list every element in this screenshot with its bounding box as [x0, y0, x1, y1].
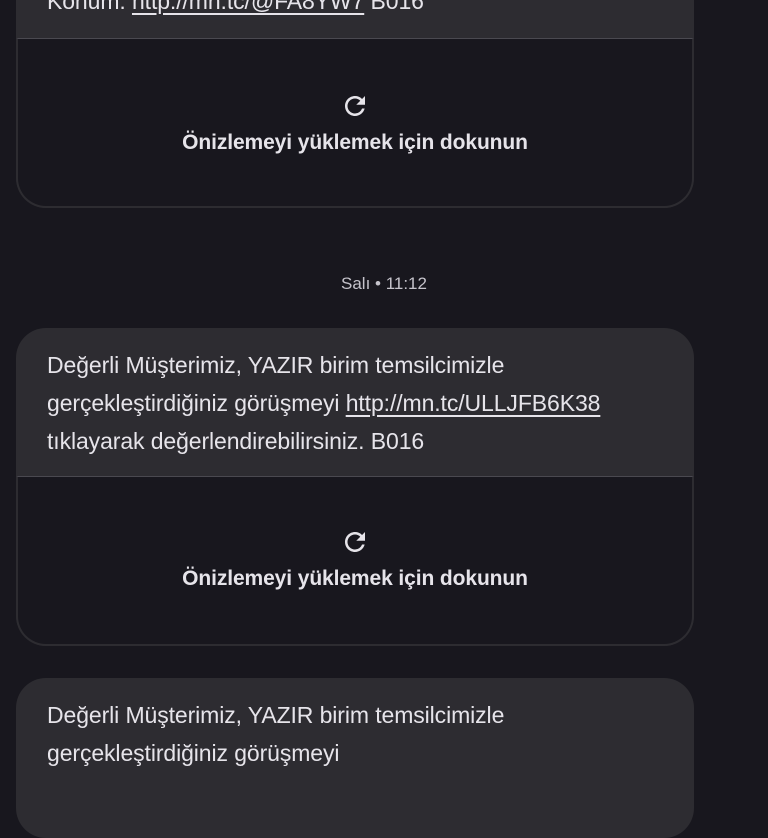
preview-label: Önizlemeyi yüklemek için dokunun: [182, 567, 528, 590]
message-link[interactable]: http://mn.tc/@FA8YW7: [132, 0, 364, 14]
message-text: Değerli Müşterimiz, YAZIR birim temsilci…: [16, 328, 694, 460]
message-line: gerçekleştirdiğiniz görüşmeyi: [47, 740, 340, 766]
message-line: gerçekleştirdiğiniz görüşmeyi http://mn.…: [47, 384, 664, 422]
message-text-suffix: B016: [364, 0, 424, 14]
link-preview[interactable]: Önizlemeyi yüklemek için dokunun: [16, 38, 694, 208]
preview-label: Önizlemeyi yüklemek için dokunun: [182, 131, 528, 154]
message-line: tıklayarak değerlendirebilirsiniz. B016: [47, 428, 425, 454]
message-text-prefix: gerçekleştirdiğiniz görüşmeyi: [47, 390, 346, 416]
message-text: Değerli Müşterimiz, YAZIR birim temsilci…: [16, 678, 694, 772]
timestamp: Salı • 11:12: [341, 274, 427, 293]
message-text-prefix: Konum:: [47, 0, 132, 14]
message-bubble[interactable]: Değerli Müşterimiz, YAZIR birim temsilci…: [16, 328, 694, 646]
reload-icon: [345, 96, 365, 116]
message-bubble[interactable]: Değerli Müşterimiz, YAZIR birim temsilci…: [16, 678, 694, 838]
reload-icon: [345, 532, 365, 552]
message-text: Konum: http://mn.tc/@FA8YW7 B016: [16, 0, 694, 20]
link-preview[interactable]: Önizlemeyi yüklemek için dokunun: [16, 476, 694, 646]
message-line: Değerli Müşterimiz, YAZIR birim temsilci…: [47, 702, 505, 728]
message-link[interactable]: http://mn.tc/ULLJFB6K38: [346, 390, 601, 416]
message-line: Değerli Müşterimiz, YAZIR birim temsilci…: [47, 352, 505, 378]
message-bubble[interactable]: Konum: http://mn.tc/@FA8YW7 B016 Önizlem…: [16, 0, 694, 208]
